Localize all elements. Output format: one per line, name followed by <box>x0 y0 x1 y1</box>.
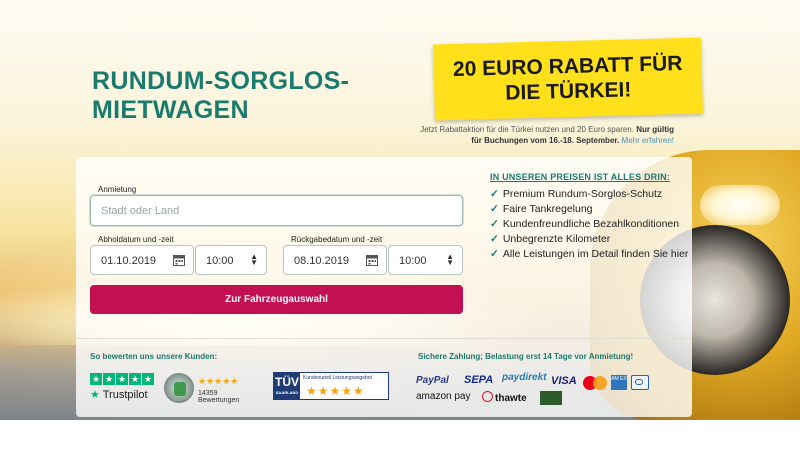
included-benefits: IN UNSEREN PREISEN IST ALLES DRIN: ✓ Prem… <box>490 172 688 262</box>
pickup-date-input[interactable]: 01.10.2019 <box>90 245 194 275</box>
star-icon: ★ <box>90 389 100 401</box>
review-seal[interactable]: ★★★★★ 14359 Bewertungen <box>164 373 260 404</box>
tuv-caption: Kundenurteil Leistungsangebot <box>303 375 372 381</box>
amex-logo: AM EX <box>611 375 627 390</box>
seal-icon <box>164 373 194 403</box>
seal-review-count: 14359 Bewertungen <box>198 390 240 404</box>
panel-divider <box>76 338 692 339</box>
promo-badge[interactable]: 20 EURO RABATT FÜR DIE TÜRKEI! <box>433 37 703 121</box>
return-time-value: 10:00 <box>399 255 427 267</box>
amazon-pay-logo: amazon pay <box>416 391 471 402</box>
calendar-icon[interactable] <box>173 254 185 266</box>
car-headlight <box>700 185 780 225</box>
trustpilot-stars: ★ ★ ★ ★ ★ <box>90 373 156 385</box>
list-item: ✓ Premium Rundum-Sorglos-Schutz <box>490 188 663 200</box>
ratings-title: So bewerten uns unsere Kunden: <box>90 352 218 361</box>
list-item: ✓ Kundenfreundliche Bezahlkonditionen <box>490 218 680 230</box>
pickup-time-select[interactable]: 10:00 ▲ ▼ <box>195 245 267 275</box>
pickup-time-value: 10:00 <box>206 255 234 267</box>
star-icon: ★ <box>90 373 102 385</box>
sepa-logo: SEPA <box>464 374 494 386</box>
stepper-icon: ▲ ▼ <box>250 252 258 267</box>
return-time-select[interactable]: 10:00 ▲ ▼ <box>388 245 463 275</box>
headline-line-2: MIETWAGEN <box>92 96 249 124</box>
pickup-location-label: Anmietung <box>98 185 137 194</box>
tuv-logo: TÜV SAARLAND <box>274 373 300 399</box>
calendar-icon[interactable] <box>366 254 378 266</box>
return-date-label: Rückgabedatum und -zeit <box>291 235 383 244</box>
paypal-logo: PayPal <box>416 375 449 386</box>
return-date-value: 08.10.2019 <box>294 255 350 267</box>
tuv-stars: ★★★★★ <box>306 384 365 398</box>
pickup-date-label: Abholdatum und -zeit <box>98 235 174 244</box>
pickup-location-input[interactable]: Stadt oder Land <box>90 195 463 226</box>
included-title: IN UNSEREN PREISEN IST ALLES DRIN: <box>490 172 670 182</box>
return-date-input[interactable]: 08.10.2019 <box>283 245 387 275</box>
benefits-list: ✓ Premium Rundum-Sorglos-Schutz ✓ Faire Ta… <box>490 187 688 262</box>
star-icon: ★ <box>116 373 128 385</box>
trustpilot-badge[interactable]: ★ ★ ★ ★ ★ ★ Trustpilot <box>90 373 156 401</box>
seal-stars: ★★★★★ <box>198 376 239 386</box>
headline-line-1: RUNDUM-SORGLOS- <box>92 67 350 95</box>
security-seal-logo <box>540 391 562 405</box>
vehicle-selection-button[interactable]: Zur Fahrzeugauswahl <box>90 285 463 314</box>
stepper-icon: ▲ ▼ <box>446 252 454 267</box>
paydirekt-logo: paydirekt <box>502 372 547 383</box>
checkmark-icon: ✓ <box>490 248 499 260</box>
star-icon: ★ <box>142 373 154 385</box>
payment-title: Sichere Zahlung; Belastung erst 14 Tage … <box>418 352 634 361</box>
star-icon: ★ <box>129 373 141 385</box>
checkmark-icon: ✓ <box>490 188 499 200</box>
promo-validity: Nur gültig <box>636 125 674 134</box>
pickup-date-value: 01.10.2019 <box>101 255 157 267</box>
tuv-badge[interactable]: TÜV SAARLAND Kundenurteil Leistungsangebo… <box>273 372 389 400</box>
checkmark-icon: ✓ <box>490 233 499 245</box>
list-item: ✓ Unbegrenzte Kilometer <box>490 233 611 245</box>
promo-validity-dates: für Buchungen vom 16.-18. September. <box>471 136 620 145</box>
star-icon: ★ <box>103 373 115 385</box>
page-headline: RUNDUM-SORGLOS- MIETWAGEN <box>92 67 349 125</box>
checkmark-icon: ✓ <box>490 218 499 230</box>
visa-logo: VISA <box>551 375 577 387</box>
promo-more-link[interactable]: Mehr erfahren! <box>622 136 674 145</box>
list-item: ✓ Faire Tankregelung <box>490 203 593 215</box>
checkmark-icon: ✓ <box>490 203 499 215</box>
promo-text: Jetzt Rabattaktion für die Türkei nutzen… <box>420 125 634 134</box>
list-item-details-link[interactable]: ✓ Alle Leistungen im Detail finden Sie hi… <box>490 247 688 262</box>
card-icon <box>631 375 649 390</box>
thawte-icon <box>482 391 493 402</box>
payment-methods: PayPal SEPA paydirekt VISA AM EX amazon … <box>416 372 656 412</box>
thawte-logo: thawte <box>482 391 527 404</box>
mastercard-logo <box>583 376 607 390</box>
trustpilot-logo: ★ Trustpilot <box>90 389 148 401</box>
promo-description: Jetzt Rabattaktion für die Türkei nutzen… <box>420 124 674 146</box>
